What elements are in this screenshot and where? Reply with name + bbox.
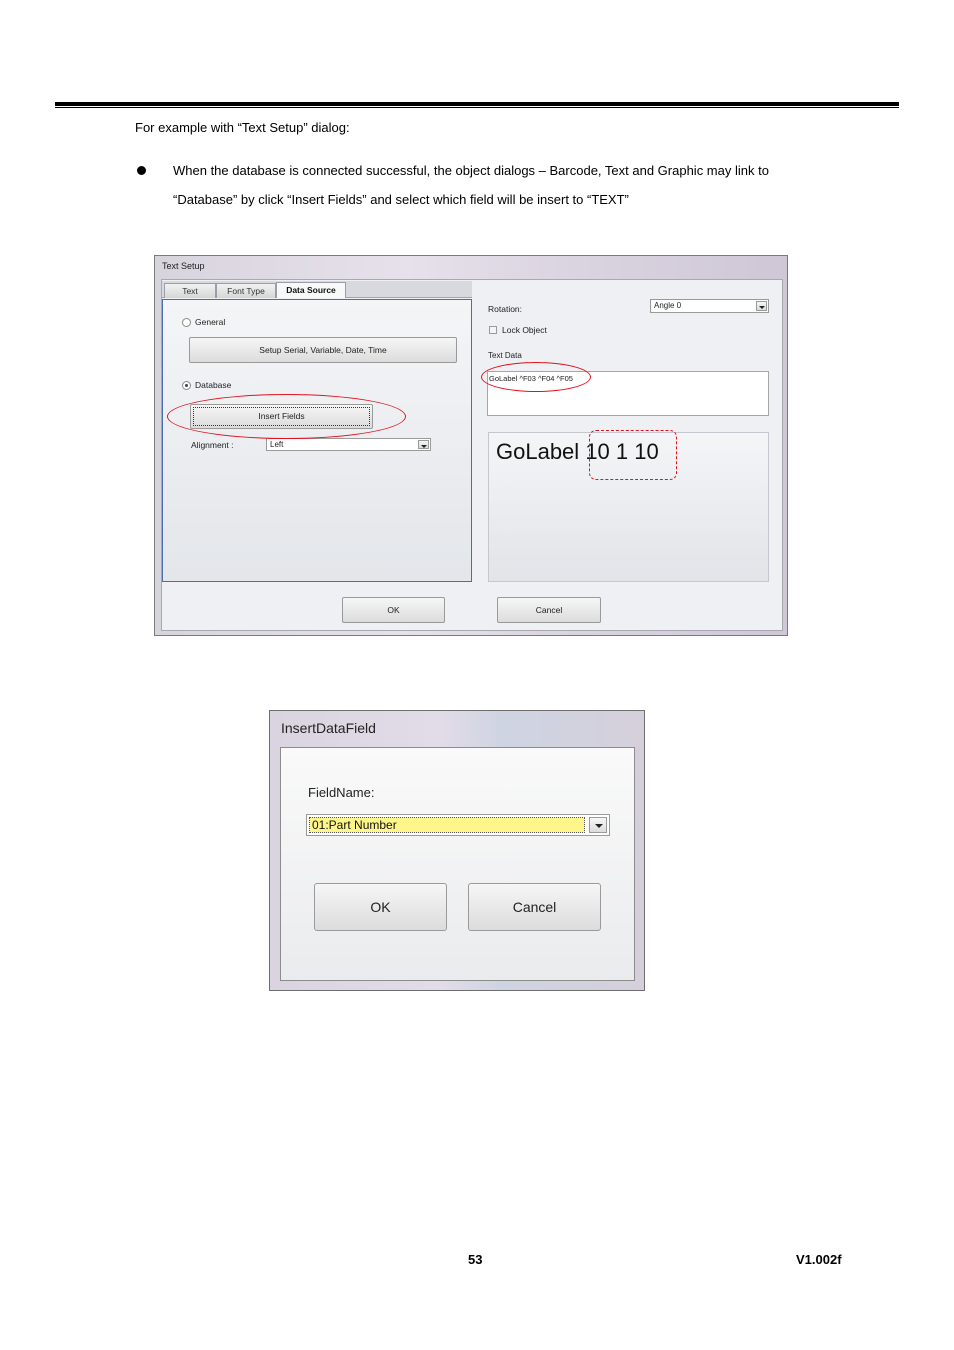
- rotation-select[interactable]: Angle 0: [650, 299, 769, 313]
- database-label: Database: [195, 380, 232, 390]
- data-source-panel: General Setup Serial, Variable, Date, Ti…: [162, 299, 472, 582]
- ok-button[interactable]: OK: [342, 597, 445, 623]
- rotation-label: Rotation:: [488, 304, 523, 314]
- alignment-value: Left: [270, 440, 284, 449]
- dialog-title: InsertDataField: [281, 720, 376, 736]
- ok-button[interactable]: OK: [314, 883, 447, 931]
- tab-strip: Text Font Type Data Source: [162, 281, 472, 298]
- tab-font-type[interactable]: Font Type: [216, 283, 276, 298]
- database-radio[interactable]: [182, 381, 191, 390]
- tab-data-source[interactable]: Data Source: [276, 282, 346, 298]
- bullet-text-line1: When the database is connected successfu…: [173, 163, 769, 178]
- dialog-body: FieldName: 01:Part Number OK Cancel: [280, 747, 635, 981]
- bullet-icon: [137, 166, 146, 175]
- text-setup-dialog: Text Setup Text Font Type Data Source Ge…: [154, 255, 788, 636]
- page-number: 53: [468, 1252, 483, 1267]
- bullet-text-line2: “Database” by click “Insert Fields” and …: [173, 192, 629, 207]
- preview-values-highlight: [589, 430, 677, 480]
- chevron-down-icon[interactable]: [418, 440, 429, 449]
- general-radio[interactable]: [182, 318, 191, 327]
- field-name-label: FieldName:: [308, 785, 375, 800]
- text-data-highlight: [481, 362, 591, 392]
- preview-prefix: GoLabel: [496, 439, 580, 464]
- intro-text: For example with “Text Setup” dialog:: [135, 120, 350, 135]
- dialog-body: Text Font Type Data Source General Setup…: [161, 279, 783, 631]
- insert-data-field-dialog: InsertDataField FieldName: 01:Part Numbe…: [269, 710, 645, 991]
- rotation-value: Angle 0: [654, 301, 682, 310]
- general-label: General: [195, 317, 226, 327]
- setup-serial-button[interactable]: Setup Serial, Variable, Date, Time: [189, 337, 457, 363]
- insert-fields-highlight: [167, 394, 406, 439]
- tab-text[interactable]: Text: [164, 283, 216, 298]
- field-name-value: 01:Part Number: [309, 817, 585, 833]
- alignment-select[interactable]: Left: [266, 438, 431, 451]
- version-label: V1.002f: [796, 1252, 842, 1267]
- chevron-down-icon[interactable]: [756, 301, 767, 311]
- field-name-select[interactable]: 01:Part Number: [306, 814, 610, 836]
- cancel-button[interactable]: Cancel: [497, 597, 601, 623]
- header-rule-thick: [55, 102, 899, 106]
- cancel-button[interactable]: Cancel: [468, 883, 601, 931]
- lock-object-checkbox[interactable]: [489, 326, 497, 334]
- dialog-title: Text Setup: [162, 261, 205, 271]
- text-data-label: Text Data: [488, 351, 522, 360]
- alignment-label: Alignment :: [191, 440, 234, 450]
- lock-object-label: Lock Object: [502, 325, 547, 335]
- chevron-down-icon[interactable]: [589, 817, 607, 833]
- header-rule-thin: [55, 107, 899, 108]
